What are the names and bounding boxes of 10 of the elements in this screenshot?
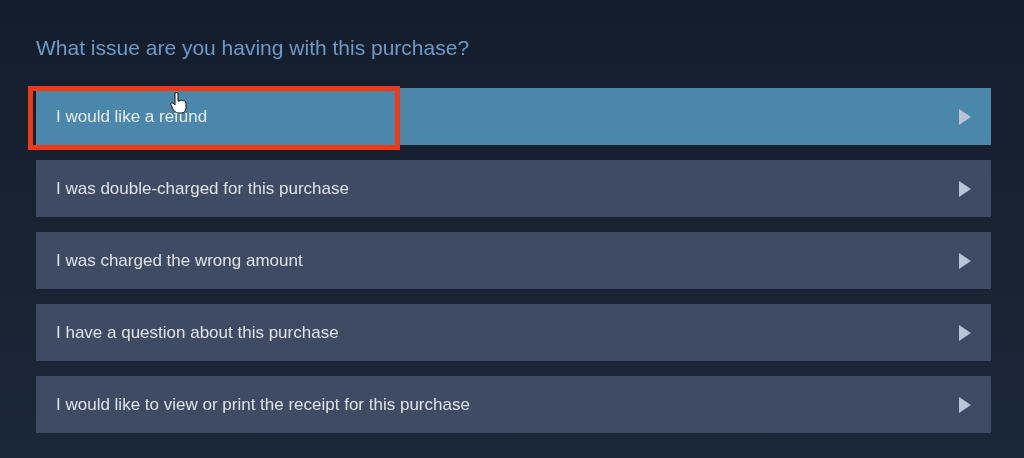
option-button[interactable]: I would like to view or print the receipt for this purchase: [36, 376, 991, 433]
option-button[interactable]: I was double-charged for this purchase: [36, 160, 991, 217]
play-arrow-icon: [959, 324, 971, 341]
option-button[interactable]: I was charged the wrong amount: [36, 232, 991, 289]
play-arrow-icon: [959, 108, 971, 125]
play-arrow-icon: [959, 180, 971, 197]
option-button[interactable]: I have a question about this purchase: [36, 304, 991, 361]
question-heading: What issue are you having with this purchase?: [36, 35, 471, 61]
play-arrow-icon: [959, 396, 971, 413]
play-arrow-icon: [959, 252, 971, 269]
